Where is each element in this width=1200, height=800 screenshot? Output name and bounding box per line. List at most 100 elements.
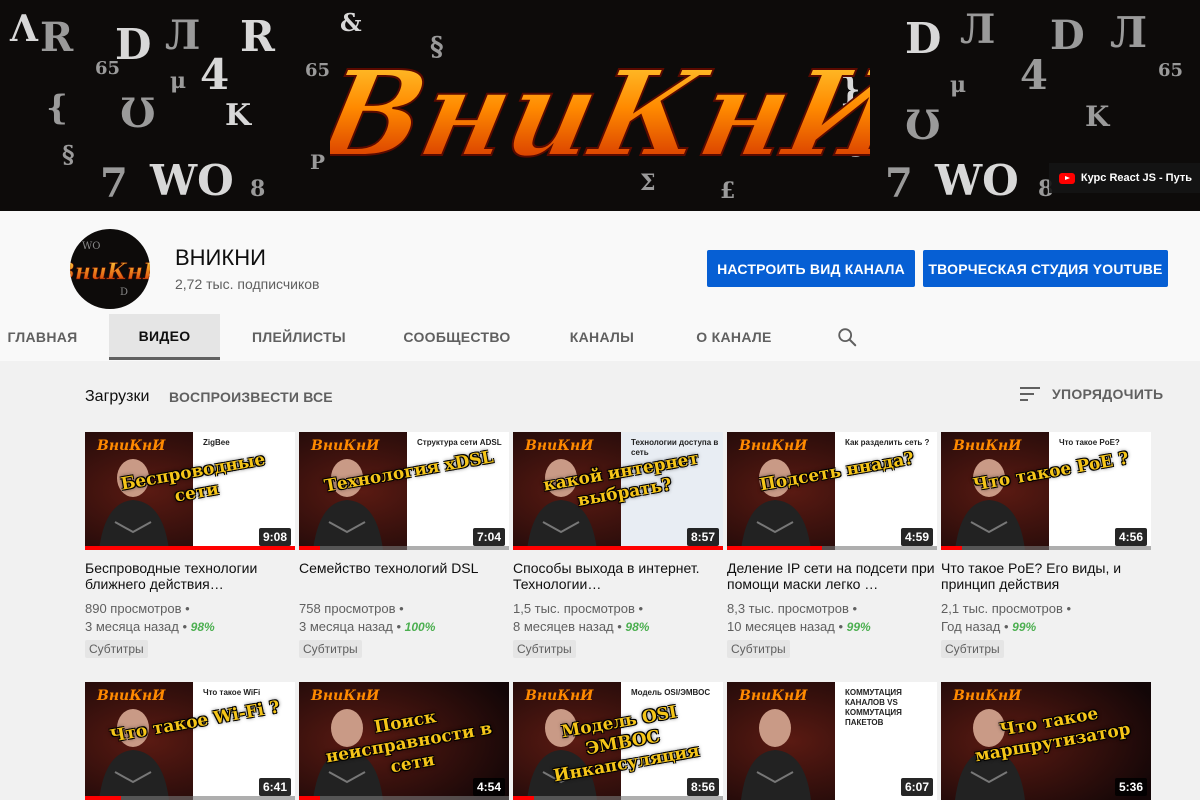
video-card[interactable]: ВниКнИ 4:54 Поиск неисправности в сети [299, 682, 509, 800]
banner-link[interactable]: Курс React JS - Путь [1048, 163, 1200, 193]
video-duration: 6:07 [900, 778, 933, 796]
banner-decoration: 4 [200, 50, 230, 99]
banner-decoration: K [225, 98, 252, 133]
banner-decoration: R [40, 14, 74, 61]
subtitles-badge: Субтитры [941, 640, 1004, 658]
svg-text:ВниКнИ: ВниКнИ [952, 688, 1022, 704]
video-card[interactable]: ВниКнИ 6:07 КОММУТАЦИЯ КАНАЛОВ VS КОММУТ… [727, 682, 937, 800]
watch-progress [85, 546, 295, 550]
subtitles-badge: Субтитры [299, 640, 362, 658]
video-title[interactable]: Беспроводные технологии ближнего действи… [85, 560, 295, 594]
svg-text:ВниКнИ: ВниКнИ [952, 438, 1022, 454]
video-title[interactable]: Деление IP сети на подсети при помощи ма… [727, 560, 937, 594]
video-card[interactable]: ВниКнИ 9:08 ZigBee Беспроводные сети Бесп… [85, 432, 295, 658]
banner-decoration: 4 [1020, 52, 1048, 99]
banner-decoration: WO [150, 156, 234, 205]
video-thumbnail[interactable]: ВниКнИ 7:04 Структура сети ADSL Технологи… [299, 432, 509, 550]
channel-name: ВНИКНИ [175, 245, 266, 270]
tab-community[interactable]: СООБЩЕСТВО [395, 314, 519, 360]
search-icon[interactable] [836, 326, 858, 348]
channel-banner: Λ R D Л R & 65 μ 4 65 { Ʊ K § § 7 WO 8 P… [0, 0, 1200, 211]
video-duration: 5:36 [1114, 778, 1147, 796]
banner-decoration: D [905, 14, 942, 63]
banner-decoration: Ʊ [120, 90, 156, 137]
watch-progress [941, 546, 962, 550]
banner-decoration: Ʊ [905, 102, 941, 149]
banner-decoration: Л [960, 6, 996, 53]
svg-text:D: D [120, 287, 128, 298]
subtitles-badge: Субтитры [513, 640, 576, 658]
subtitles-badge: Субтитры [85, 640, 148, 658]
tab-playlists[interactable]: ПЛЕЙЛИСТЫ [240, 314, 358, 360]
like-rating: 98% [190, 620, 215, 634]
banner-decoration: 65 [95, 58, 121, 79]
banner-decoration: 7 [885, 160, 913, 207]
video-card[interactable]: ВниКнИ 6:41 Что такое WiFi Что такое Wi-F… [85, 682, 295, 800]
banner-decoration: Л [165, 12, 201, 59]
upload-age: Год назад [941, 619, 1001, 634]
customize-channel-button[interactable]: НАСТРОИТЬ ВИД КАНАЛА [707, 250, 915, 287]
view-count: 2,1 тыс. просмотров [941, 601, 1063, 616]
tab-about[interactable]: О КАНАЛЕ [686, 314, 782, 360]
video-duration: 9:08 [258, 528, 291, 546]
upload-age: 3 месяца назад [85, 619, 179, 634]
youtube-icon [1058, 172, 1075, 184]
video-duration: 4:54 [472, 778, 505, 796]
banner-decoration: D [115, 20, 152, 69]
video-thumbnail[interactable]: ВниКнИ 5:36 Что такое маршрутизатор [941, 682, 1151, 800]
like-rating: 100% [404, 620, 436, 634]
video-thumbnail[interactable]: ВниКнИ 6:07 КОММУТАЦИЯ КАНАЛОВ VS КОММУТ… [727, 682, 937, 800]
video-thumbnail[interactable]: ВниКнИ 8:56 Модель OSI/ЭМВОС Модель OSI Э… [513, 682, 723, 800]
video-title[interactable]: Что такое PoE? Его виды, и принцип дейст… [941, 560, 1151, 594]
video-thumbnail[interactable]: ВниКнИ 6:41 Что такое WiFi Что такое Wi-F… [85, 682, 295, 800]
watch-progress [727, 546, 822, 550]
view-count: 8,3 тыс. просмотров [727, 601, 849, 616]
video-thumbnail[interactable]: ВниКнИ 4:56 Что такое PoE? Что такое PoE … [941, 432, 1151, 550]
subtitles-badge: Субтитры [727, 640, 790, 658]
video-card[interactable]: ВниКнИ 8:56 Модель OSI/ЭМВОС Модель OSI Э… [513, 682, 723, 800]
svg-text:ВниКнИ: ВниКнИ [96, 438, 166, 454]
sort-icon [1020, 387, 1040, 401]
video-thumbnail[interactable]: ВниКнИ 4:54 Поиск неисправности в сети [299, 682, 509, 800]
banner-decoration: 8 [250, 176, 266, 202]
view-count: 1,5 тыс. просмотров [513, 601, 635, 616]
video-title[interactable]: Способы выхода в интернет. Технологии… [513, 560, 723, 594]
youtube-studio-button[interactable]: ТВОРЧЕСКАЯ СТУДИЯ YOUTUBE [923, 250, 1168, 287]
video-thumbnail[interactable]: ВниКнИ 8:57 Технологии доступа в сеть как… [513, 432, 723, 550]
watch-progress [513, 796, 534, 800]
video-card[interactable]: ВниКнИ 4:56 Что такое PoE? Что такое PoE … [941, 432, 1151, 658]
banner-decoration: WO [935, 156, 1019, 205]
banner-decoration: Л [1110, 8, 1148, 57]
subscriber-count: 2,72 тыс. подписчиков [175, 276, 320, 292]
watch-progress [299, 546, 320, 550]
sort-button[interactable]: УПОРЯДОЧИТЬ [1020, 386, 1163, 402]
video-title[interactable]: Семейство технологий DSL [299, 560, 509, 594]
banner-decoration: μ [950, 72, 967, 98]
avatar-logo: WO D ВниКнИ [70, 241, 150, 298]
svg-text:ВниКнИ: ВниКнИ [310, 438, 380, 454]
progress-track [299, 796, 509, 800]
progress-track [299, 546, 509, 550]
banner-decoration: P [310, 150, 326, 174]
video-card[interactable]: ВниКнИ 4:59 Как разделить сеть ? Подсеть … [727, 432, 937, 658]
svg-text:ВниКнИ: ВниКнИ [524, 688, 594, 704]
svg-text:ВниКнИ: ВниКнИ [738, 438, 808, 454]
tab-videos[interactable]: ВИДЕО [109, 314, 220, 360]
banner-decoration: { [46, 88, 68, 128]
tab-home[interactable]: ГЛАВНАЯ [0, 314, 85, 360]
uploads-title: Загрузки [85, 388, 150, 405]
video-thumbnail[interactable]: ВниКнИ 4:59 Как разделить сеть ? Подсеть … [727, 432, 937, 550]
avatar[interactable]: WO D ВниКнИ [70, 229, 150, 309]
banner-decoration: § [62, 140, 75, 169]
play-all-button[interactable]: ВОСПРОИЗВЕСТИ ВСЕ [169, 389, 333, 405]
upload-age: 10 месяцев назад [727, 619, 835, 634]
like-rating: 98% [625, 620, 650, 634]
svg-text:ВниКнИ: ВниКнИ [310, 688, 380, 704]
video-card[interactable]: ВниКнИ 7:04 Структура сети ADSL Технологи… [299, 432, 509, 658]
watch-progress [513, 546, 723, 550]
video-card[interactable]: ВниКнИ 5:36 Что такое маршрутизатор [941, 682, 1151, 800]
tab-channels[interactable]: КАНАЛЫ [558, 314, 646, 360]
video-thumbnail[interactable]: ВниКнИ 9:08 ZigBee Беспроводные сети [85, 432, 295, 550]
video-card[interactable]: ВниКнИ 8:57 Технологии доступа в сеть как… [513, 432, 723, 658]
banner-decoration: Λ [10, 8, 38, 50]
